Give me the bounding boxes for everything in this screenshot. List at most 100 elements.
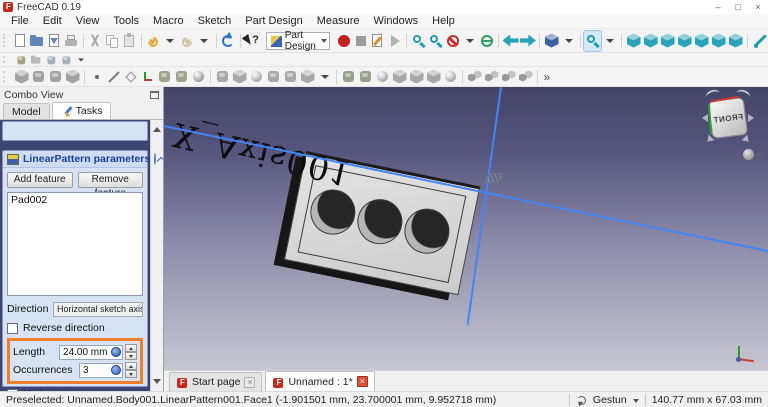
expression-editor-icon[interactable]: [111, 365, 121, 375]
redo-dropdown[interactable]: [196, 31, 213, 51]
local-cs-button[interactable]: [139, 68, 156, 86]
feature-pad002[interactable]: Pad002: [11, 194, 139, 207]
spin-down-button[interactable]: [125, 352, 137, 360]
tab-tasks[interactable]: Tasks: [52, 102, 112, 119]
float-panel-icon[interactable]: [150, 91, 159, 99]
close-button[interactable]: ×: [748, 0, 768, 14]
save-button[interactable]: [46, 31, 63, 51]
top-view-button[interactable]: [659, 31, 676, 51]
pad-button[interactable]: [214, 68, 231, 86]
update-view-checkbox[interactable]: [7, 389, 18, 392]
macro-edit-button[interactable]: [369, 31, 386, 51]
fillet-button[interactable]: [374, 68, 391, 86]
close-tab-button[interactable]: [357, 376, 368, 387]
datum-plane-button[interactable]: [122, 68, 139, 86]
navcube-left-arrow-icon[interactable]: [698, 114, 708, 122]
navcube-right-arrow-icon[interactable]: [748, 114, 758, 122]
undo-dropdown[interactable]: [162, 31, 179, 51]
revolution-button[interactable]: [248, 68, 265, 86]
workbench-selector[interactable]: Part Design: [266, 32, 330, 50]
texture-view-button[interactable]: [478, 31, 495, 51]
shape-binder-button[interactable]: [156, 68, 173, 86]
add-feature-button[interactable]: Add feature: [7, 172, 73, 188]
length-input[interactable]: 24.00 mm: [59, 345, 123, 360]
new-file-button[interactable]: [12, 31, 29, 51]
menu-edit[interactable]: Edit: [36, 14, 69, 29]
scroll-up-icon[interactable]: [153, 123, 161, 132]
menu-windows[interactable]: Windows: [367, 14, 426, 29]
close-tab-button[interactable]: [244, 377, 255, 388]
menu-part-design[interactable]: Part Design: [238, 14, 309, 29]
scroll-down-icon[interactable]: [153, 379, 161, 388]
fit-all-button[interactable]: [410, 31, 427, 51]
left-view-button[interactable]: [727, 31, 744, 51]
direction-select[interactable]: Horizontal sketch axis: [53, 302, 143, 317]
view-group-button[interactable]: [543, 31, 560, 51]
additive-primitive-button[interactable]: [299, 68, 316, 86]
spin-down-button[interactable]: [125, 370, 137, 378]
create-group-button[interactable]: [28, 53, 43, 66]
clone-button[interactable]: [190, 68, 207, 86]
boolean-2-button[interactable]: [357, 68, 374, 86]
make-link-button[interactable]: [43, 53, 58, 66]
bottom-view-button[interactable]: [710, 31, 727, 51]
draw-style-dropdown[interactable]: [461, 31, 478, 51]
hole-button[interactable]: [231, 68, 248, 86]
nav-forward-button[interactable]: [519, 31, 536, 51]
macro-record-button[interactable]: [335, 31, 352, 51]
navcube-face[interactable]: FRONT: [708, 97, 748, 139]
paste-button[interactable]: [121, 31, 138, 51]
menu-sketch[interactable]: Sketch: [191, 14, 239, 29]
navigation-cube[interactable]: FRONT: [698, 90, 758, 148]
copy-button[interactable]: [104, 31, 121, 51]
tab-unnamed-1[interactable]: Unnamed : 1*: [265, 371, 374, 391]
additive-loft-button[interactable]: [265, 68, 282, 86]
boolean-button[interactable]: [340, 68, 357, 86]
expression-editor-icon[interactable]: [111, 347, 121, 357]
sub-shape-binder-button[interactable]: [173, 68, 190, 86]
maximize-button[interactable]: □: [728, 0, 748, 14]
menu-measure[interactable]: Measure: [310, 14, 367, 29]
feature-list[interactable]: Pad002: [7, 192, 143, 296]
map-sketch-button[interactable]: [64, 68, 81, 86]
linear-pattern-button[interactable]: [483, 68, 500, 86]
multitransform-button[interactable]: [517, 68, 534, 86]
undo-button[interactable]: [145, 31, 162, 51]
make-sub-link-button[interactable]: [58, 53, 73, 66]
menu-tools[interactable]: Tools: [106, 14, 146, 29]
edit-sketch-button[interactable]: [47, 68, 64, 86]
subtractive-sphere-button[interactable]: [442, 68, 459, 86]
chamfer-button[interactable]: [391, 68, 408, 86]
menu-help[interactable]: Help: [425, 14, 462, 29]
mirrored-button[interactable]: [466, 68, 483, 86]
print-button[interactable]: [63, 31, 80, 51]
front-view-button[interactable]: [642, 31, 659, 51]
polar-pattern-button[interactable]: [500, 68, 517, 86]
thickness-button[interactable]: [425, 68, 442, 86]
reverse-direction-checkbox[interactable]: [7, 323, 18, 334]
link-dropdown[interactable]: [73, 53, 88, 66]
nav-back-button[interactable]: [502, 31, 519, 51]
refresh-button[interactable]: [220, 31, 237, 51]
draft-button[interactable]: [408, 68, 425, 86]
3d-viewport[interactable]: X_Axis001 FRONT: [164, 87, 768, 370]
fit-selection-button[interactable]: [427, 31, 444, 51]
menu-macro[interactable]: Macro: [146, 14, 191, 29]
menu-view[interactable]: View: [69, 14, 107, 29]
spin-up-button[interactable]: [125, 344, 137, 352]
navigation-style-button[interactable]: Gestun: [593, 394, 627, 406]
zoom-tools-button[interactable]: [584, 31, 601, 51]
tab-start-page[interactable]: Start page: [169, 372, 262, 391]
cut-button[interactable]: [87, 31, 104, 51]
open-file-button[interactable]: [29, 31, 46, 51]
zoom-tools-dropdown[interactable]: [601, 31, 618, 51]
navcube-menu-sphere[interactable]: [743, 149, 754, 160]
minimize-button[interactable]: –: [708, 0, 728, 14]
menu-file[interactable]: File: [4, 14, 36, 29]
view-group-dropdown[interactable]: [560, 31, 577, 51]
rear-view-button[interactable]: [693, 31, 710, 51]
whats-this-button[interactable]: [244, 31, 261, 51]
create-body-button[interactable]: [13, 68, 30, 86]
draw-style-button[interactable]: [444, 31, 461, 51]
redo-button[interactable]: [179, 31, 196, 51]
